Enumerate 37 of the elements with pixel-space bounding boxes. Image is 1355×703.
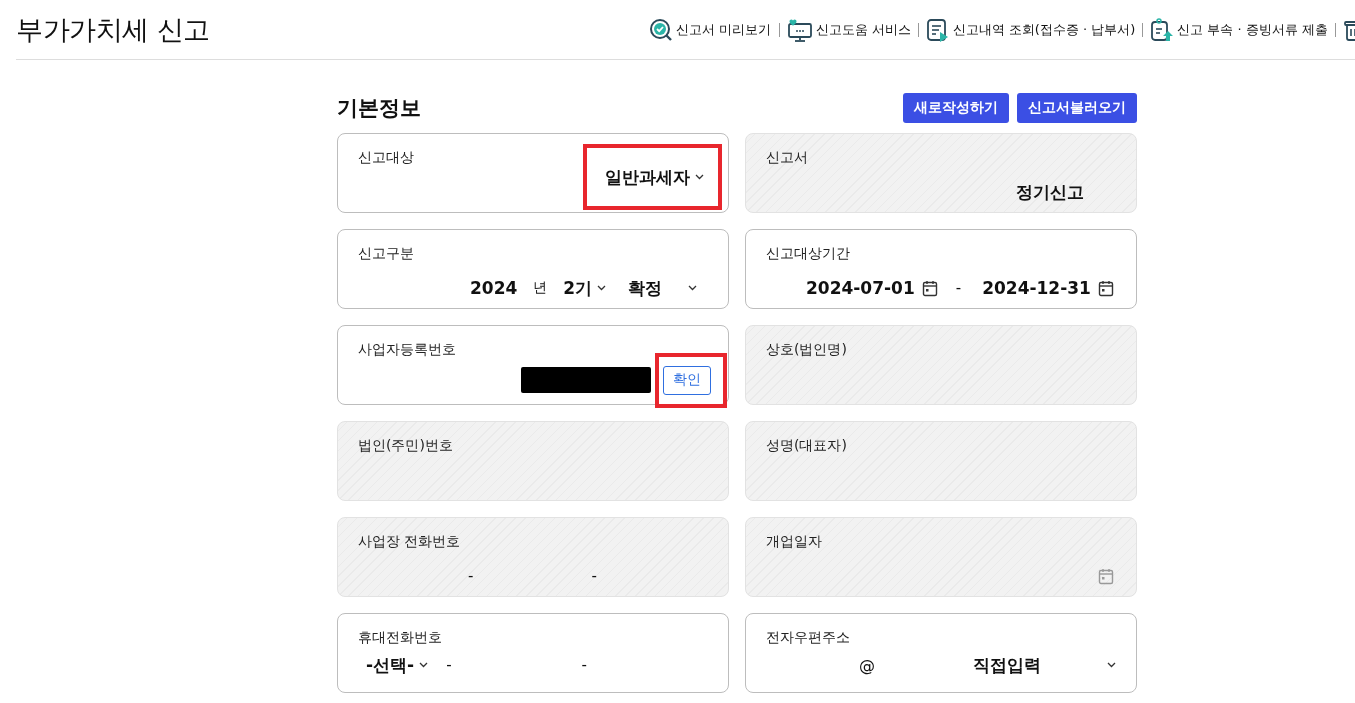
field-label: 개업일자	[766, 532, 822, 551]
phone-separator: -	[446, 656, 452, 674]
toolbar-link[interactable]: 신고내역 조회(접수증 · 납부서)	[925, 17, 1136, 42]
at-sign: @	[859, 655, 875, 675]
dropdown[interactable]: 직접입력	[973, 653, 1116, 677]
phone-separator: -	[581, 656, 587, 674]
field-label: 상호(법인명)	[766, 340, 847, 359]
field-value: 정기신고	[1016, 180, 1084, 204]
unit-label: 년	[533, 279, 548, 297]
dropdown[interactable]: 일반과세자	[605, 165, 704, 189]
field-label: 신고구분	[358, 244, 414, 263]
dropdown[interactable]: 2기	[563, 276, 607, 300]
field-label: 휴대전화번호	[358, 628, 442, 647]
toolbar-link[interactable]: 신고도움 서비스	[786, 17, 911, 42]
phone-separator: -	[468, 567, 474, 585]
field-label: 전자우편주소	[766, 628, 850, 647]
confirm-button[interactable]: 확인	[662, 365, 711, 395]
action-button[interactable]: 새로작성하기	[903, 93, 1009, 123]
toolbar-link[interactable]: 신고서 미리보기	[649, 17, 772, 42]
page-title: 부가가치세 신고	[16, 12, 210, 47]
field-label: 성명(대표자)	[766, 436, 847, 455]
field-label: 신고대상	[358, 148, 414, 167]
dropdown[interactable]: -선택-	[366, 653, 429, 677]
section-title: 기본정보	[337, 95, 421, 122]
date-value: 2024-12-31	[982, 278, 1091, 298]
field-label: 신고대상기간	[766, 244, 850, 263]
dropdown[interactable]: 확정	[628, 276, 698, 300]
field-label: 신고서	[766, 148, 808, 167]
range-separator: -	[955, 279, 962, 297]
phone-separator: -	[591, 567, 597, 585]
field-label: 사업자등록번호	[358, 340, 456, 359]
field-label: 사업장 전화번호	[358, 532, 461, 551]
toolbar-link[interactable]: 신고 부속 · 증빙서류 제출	[1150, 17, 1328, 42]
field-label: 법인(주민)번호	[358, 436, 453, 455]
date-value: 2024-07-01	[806, 278, 915, 298]
action-button[interactable]: 신고서불러오기	[1017, 93, 1137, 123]
year-value: 2024	[470, 278, 518, 298]
